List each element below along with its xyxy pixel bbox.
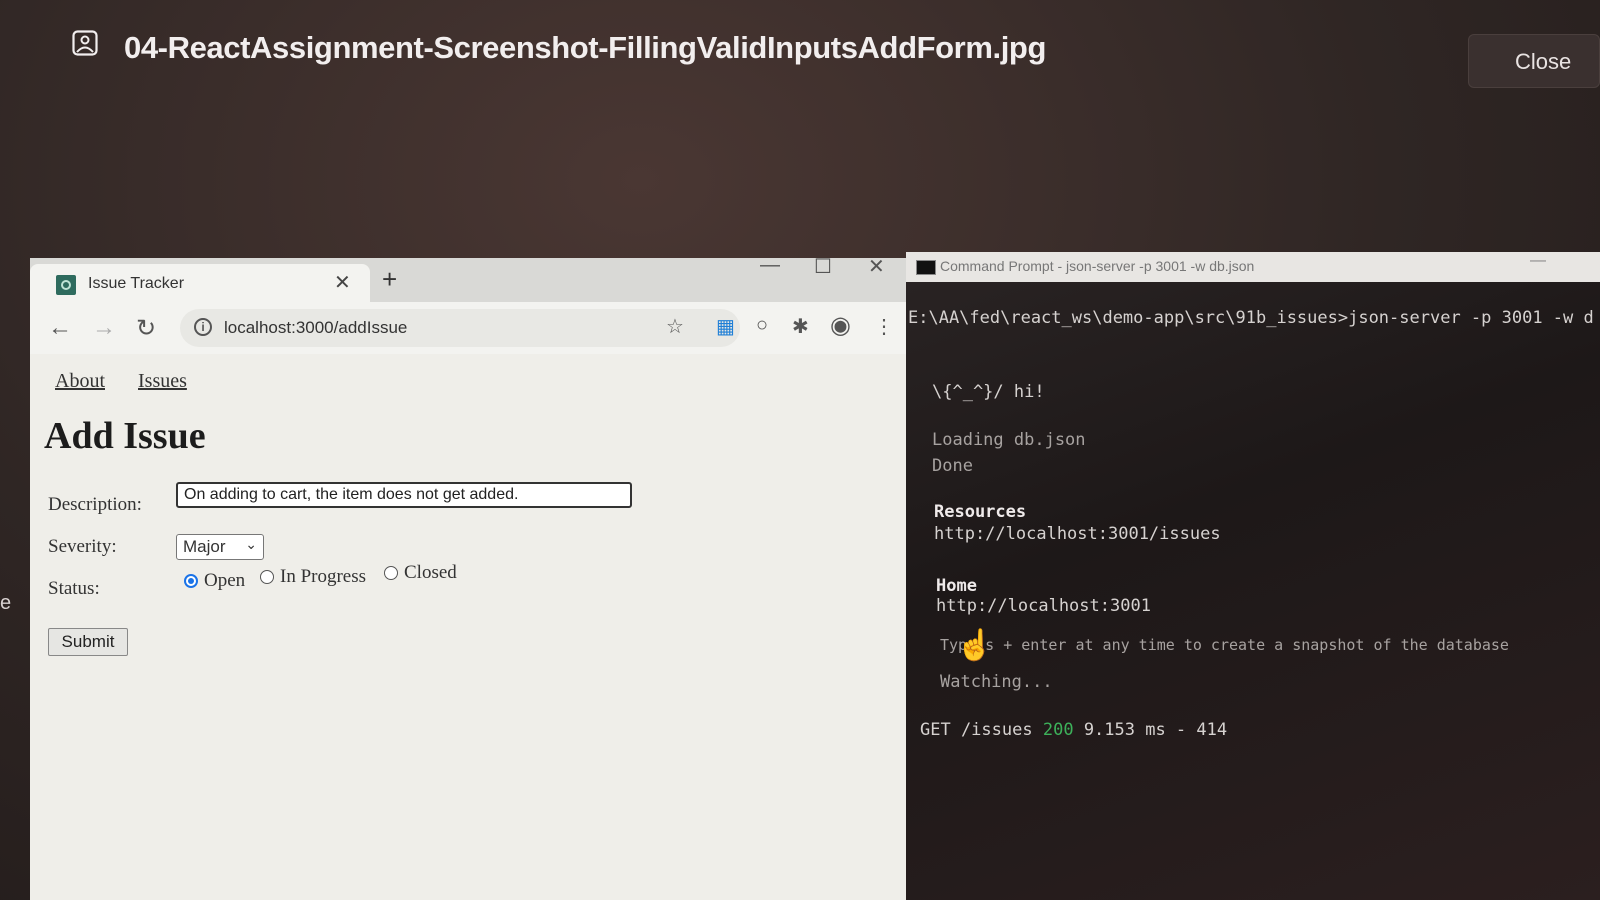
status-option-open-label: Open (204, 570, 246, 591)
request-status-code: 200 (1042, 720, 1074, 740)
image-viewer-header: 04-ReactAssignment-Screenshot-FillingVal… (0, 0, 1600, 110)
status-radio-in-progress[interactable] (260, 570, 274, 584)
terminal-home-heading: Home (936, 576, 977, 596)
hand-cursor-icon: ☝ (956, 629, 994, 662)
address-bar[interactable]: i localhost:3000/addIssue (180, 309, 740, 347)
minimize-window-button[interactable]: — (760, 258, 780, 277)
reload-icon[interactable]: ↻ (136, 314, 156, 343)
nav-link-issues[interactable]: Issues (138, 370, 187, 393)
description-input[interactable]: On adding to cart, the item does not get… (176, 482, 632, 508)
profile-avatar-icon[interactable]: ◉ (830, 311, 851, 340)
command-prompt-titlebar: Command Prompt - json-server -p 3001 -w … (906, 252, 1600, 282)
page-title: Add Issue (44, 415, 206, 457)
maximize-window-button[interactable]: ☐ (814, 258, 832, 279)
terminal-resources-url: http://localhost:3001/issues (934, 524, 1221, 544)
extensions-puzzle-icon[interactable]: ✱ (792, 314, 809, 339)
severity-label: Severity: (48, 536, 117, 557)
background-window-fragment: e (0, 592, 12, 614)
terminal-request-log: GET /issues 200 9.153 ms - 414 (920, 720, 1227, 740)
command-prompt-window: Command Prompt - json-server -p 3001 -w … (906, 252, 1600, 900)
forward-arrow-icon[interactable]: → (92, 314, 116, 342)
status-option-in-progress-label: In Progress (280, 566, 367, 587)
circle-extension-icon[interactable]: ○ (756, 314, 768, 337)
terminal-done-line: Done (932, 456, 973, 476)
close-viewer-button[interactable]: Close (1468, 34, 1600, 88)
browser-window: Issue Tracker ✕ + — ☐ ✕ ← → ↻ i localhos… (30, 258, 924, 900)
back-arrow-icon[interactable]: ← (48, 314, 72, 342)
new-tab-button[interactable]: + (382, 264, 397, 295)
status-label: Status: (48, 578, 100, 599)
severity-selected-value: Major (183, 537, 226, 556)
status-radio-closed[interactable] (384, 566, 398, 580)
terminal-resources-heading: Resources (934, 502, 1027, 522)
terminal-home-url: http://localhost:3001 (936, 596, 1151, 616)
severity-select[interactable]: Major ⌄ (176, 534, 264, 560)
tab-strip: Issue Tracker ✕ + — ☐ ✕ (30, 258, 924, 302)
address-bar-url: localhost:3000/addIssue (224, 318, 408, 337)
browser-menu-icon[interactable]: ⋮ (874, 314, 894, 339)
command-prompt-title: Command Prompt - json-server -p 3001 -w … (940, 258, 1255, 274)
terminal-watching-line: Watching... (940, 672, 1053, 692)
status-radio-open[interactable] (184, 574, 198, 588)
image-file-icon (72, 30, 98, 56)
status-option-closed-label: Closed (404, 562, 457, 583)
terminal-prompt-line: E:\AA\fed\react_ws\demo-app\src\91b_issu… (908, 308, 1594, 328)
terminal-snapshot-hint: Type s + enter at any time to create a s… (940, 636, 1509, 654)
page-content: About Issues Add Issue Description: On a… (30, 354, 924, 900)
minimize-terminal-button[interactable]: — (1530, 252, 1546, 270)
terminal-loading-line: Loading db.json (932, 430, 1086, 450)
request-method-path: GET /issues (920, 720, 1033, 740)
bookmark-star-icon[interactable]: ☆ (666, 314, 684, 339)
react-favicon-icon (56, 275, 76, 295)
chevron-down-icon: ⌄ (245, 536, 257, 552)
nav-link-about[interactable]: About (55, 370, 105, 393)
windows-extension-icon[interactable]: ▦ (716, 314, 735, 339)
site-info-icon[interactable]: i (194, 318, 212, 336)
request-timing: 9.153 ms - 414 (1083, 720, 1228, 740)
tab-issue-tracker[interactable]: Issue Tracker ✕ (30, 264, 370, 302)
terminal-icon (916, 260, 936, 275)
browser-toolbar: ← → ↻ i localhost:3000/addIssue ☆ ▦ ○ ✱ … (30, 302, 924, 354)
tab-close-icon[interactable]: ✕ (334, 270, 351, 295)
close-window-button[interactable]: ✕ (868, 258, 885, 279)
tab-title: Issue Tracker (88, 275, 185, 292)
submit-button[interactable]: Submit (48, 628, 128, 656)
image-file-name: 04-ReactAssignment-Screenshot-FillingVal… (124, 30, 1047, 65)
description-label: Description: (48, 494, 142, 515)
terminal-hi-line: \{^_^}/ hi! (932, 382, 1045, 402)
